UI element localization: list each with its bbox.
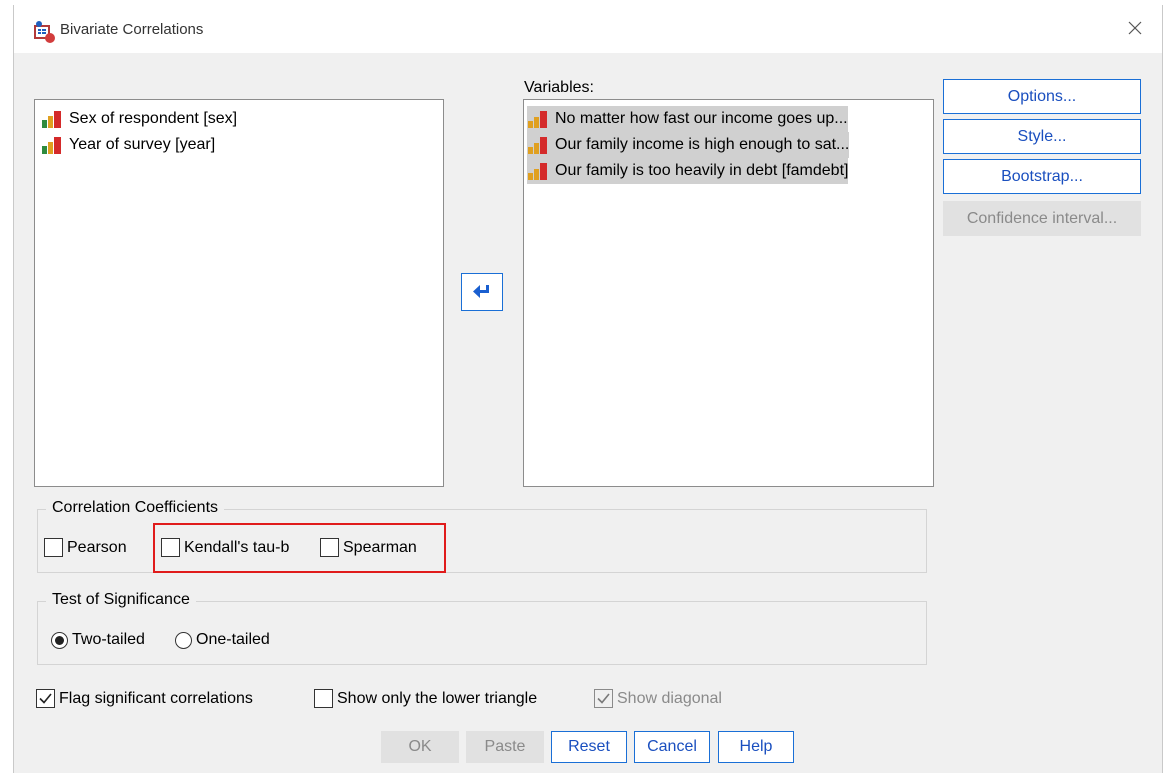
nominal-variable-icon	[42, 111, 61, 128]
checkbox-box[interactable]	[44, 538, 63, 557]
highlight-annotation	[153, 523, 446, 573]
list-item[interactable]: Our family is too heavily in debt [famde…	[527, 158, 849, 184]
test-of-significance-group: Test of Significance	[37, 591, 927, 665]
one-tailed-radio[interactable]: One-tailed	[175, 631, 270, 649]
paste-button[interactable]: Paste	[466, 731, 544, 763]
dialog-title: Bivariate Correlations	[60, 21, 204, 38]
ordinal-variable-icon	[528, 163, 547, 180]
checkmark-icon	[597, 693, 610, 704]
list-item[interactable]: No matter how fast our income goes up...	[527, 106, 848, 132]
list-item-label: Our family income is high enough to sat.…	[555, 136, 850, 153]
lower-triangle-label: Show only the lower triangle	[337, 689, 538, 707]
ok-button[interactable]: OK	[381, 731, 459, 763]
close-icon[interactable]	[1122, 15, 1148, 41]
title-bar: Bivariate Correlations	[14, 5, 1162, 53]
variables-list[interactable]: No matter how fast our income goes up...…	[523, 99, 934, 487]
ordinal-variable-icon	[528, 137, 547, 154]
flag-significant-label: Flag significant correlations	[59, 689, 253, 707]
source-variable-list[interactable]: Sex of respondent [sex] Year of survey […	[34, 99, 444, 487]
flag-significant-checkbox[interactable]: Flag significant correlations	[36, 689, 253, 708]
two-tailed-radio[interactable]: Two-tailed	[51, 631, 145, 649]
two-tailed-label: Two-tailed	[72, 631, 145, 648]
show-diagonal-checkbox[interactable]: Show diagonal	[594, 689, 722, 708]
reset-button[interactable]: Reset	[551, 731, 627, 763]
nominal-variable-icon	[42, 137, 61, 154]
ordinal-variable-icon	[528, 111, 547, 128]
group-title: Correlation Coefficients	[46, 499, 225, 517]
arrow-left-icon	[473, 285, 489, 298]
radio-button[interactable]	[51, 631, 68, 649]
radio-button[interactable]	[175, 631, 192, 649]
variables-label: Variables:	[524, 79, 594, 96]
options-button[interactable]: Options...	[943, 79, 1141, 114]
move-to-variables-button[interactable]	[461, 273, 503, 311]
list-item[interactable]: Year of survey [year]	[41, 132, 215, 158]
list-item-label: No matter how fast our income goes up...	[555, 110, 848, 127]
show-diagonal-label: Show diagonal	[617, 689, 722, 707]
cancel-button[interactable]: Cancel	[634, 731, 710, 763]
group-title: Test of Significance	[46, 591, 196, 609]
checkbox-box[interactable]	[594, 689, 613, 708]
checkbox-box[interactable]	[36, 689, 55, 708]
list-item[interactable]: Sex of respondent [sex]	[41, 106, 237, 132]
list-item-label: Year of survey [year]	[69, 136, 216, 153]
pearson-checkbox[interactable]: Pearson	[44, 538, 127, 557]
confidence-interval-button[interactable]: Confidence interval...	[943, 201, 1141, 236]
list-item-label: Sex of respondent [sex]	[69, 110, 238, 127]
list-item-label: Our family is too heavily in debt [famde…	[555, 162, 849, 179]
style-button[interactable]: Style...	[943, 119, 1141, 154]
list-item[interactable]: Our family income is high enough to sat.…	[527, 132, 850, 158]
help-button[interactable]: Help	[718, 731, 794, 763]
checkbox-box[interactable]	[314, 689, 333, 708]
spss-dialog-icon	[34, 21, 55, 43]
checkmark-icon	[39, 693, 52, 704]
bivariate-correlations-dialog: Bivariate Correlations Sex of respondent…	[13, 5, 1163, 773]
lower-triangle-checkbox[interactable]: Show only the lower triangle	[314, 689, 537, 708]
bootstrap-button[interactable]: Bootstrap...	[943, 159, 1141, 194]
pearson-label: Pearson	[67, 538, 127, 556]
one-tailed-label: One-tailed	[196, 631, 270, 648]
